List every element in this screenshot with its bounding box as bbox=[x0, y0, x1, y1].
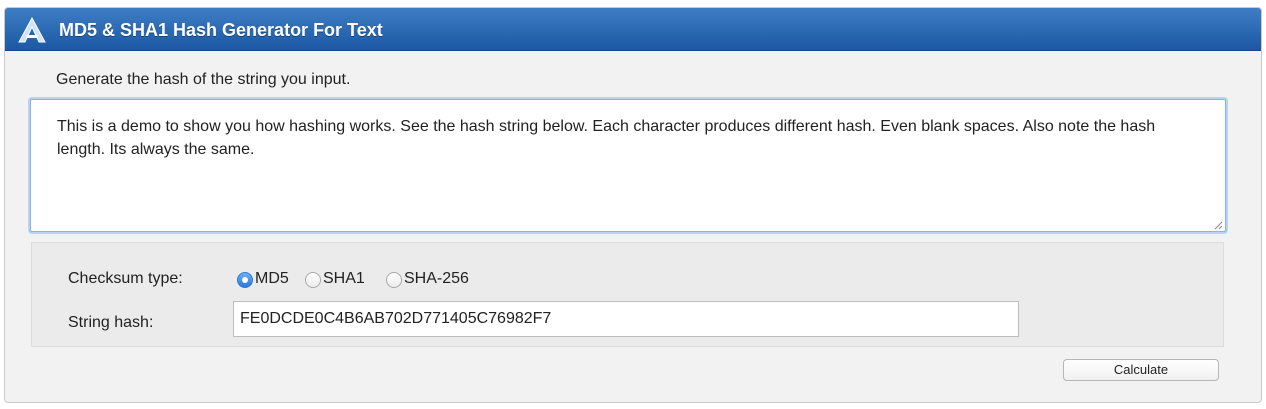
calculate-button[interactable]: Calculate bbox=[1063, 359, 1219, 381]
string-hash-label: String hash: bbox=[68, 314, 154, 331]
radio-sha1-label[interactable]: SHA1 bbox=[323, 270, 365, 288]
checksum-type-label: Checksum type: bbox=[68, 270, 183, 287]
resize-grip-icon[interactable] bbox=[1213, 220, 1223, 230]
radio-md5-label[interactable]: MD5 bbox=[255, 270, 289, 288]
intro-text: Generate the hash of the string you inpu… bbox=[56, 71, 351, 88]
radio-sha1[interactable] bbox=[305, 272, 321, 288]
radio-sha256[interactable] bbox=[386, 272, 402, 288]
app-title: MD5 & SHA1 Hash Generator For Text bbox=[59, 20, 383, 40]
radio-sha256-label[interactable]: SHA-256 bbox=[404, 270, 469, 288]
a-logo-icon bbox=[18, 17, 46, 43]
title-bar: MD5 & SHA1 Hash Generator For Text bbox=[5, 8, 1261, 51]
radio-md5[interactable] bbox=[237, 272, 253, 288]
input-textarea[interactable]: This is a demo to show you how hashing w… bbox=[30, 99, 1226, 232]
hash-output-field[interactable] bbox=[233, 301, 1019, 337]
